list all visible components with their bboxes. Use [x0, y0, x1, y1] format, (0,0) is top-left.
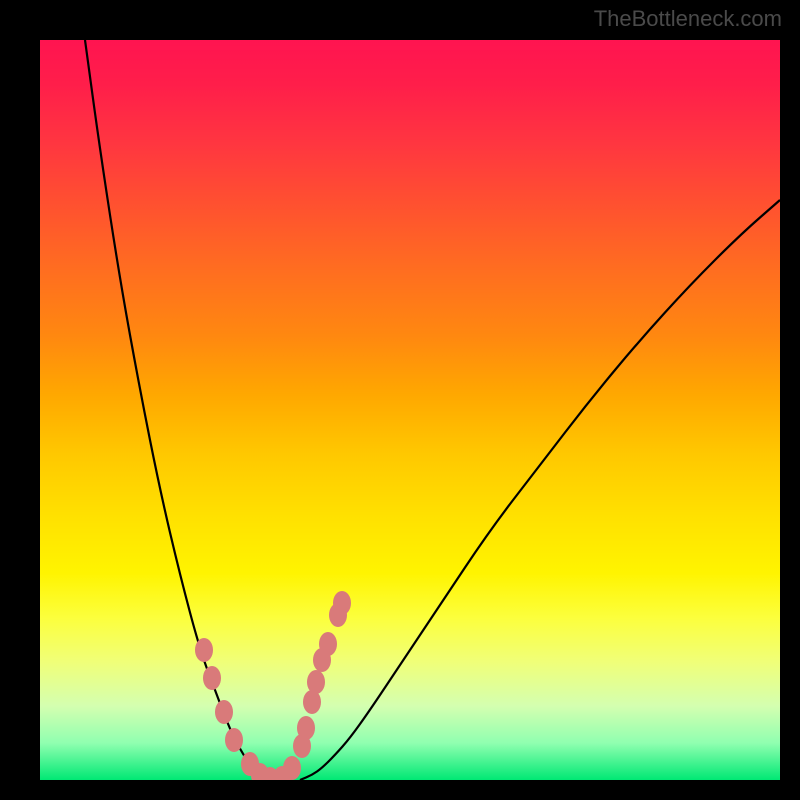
data-point: [215, 700, 233, 724]
watermark-text: TheBottleneck.com: [594, 6, 782, 32]
data-point: [203, 666, 221, 690]
right-curve: [300, 200, 780, 780]
left-curve: [85, 40, 273, 780]
curve-svg: [40, 40, 780, 780]
data-point: [313, 648, 331, 672]
plot-area: [40, 40, 780, 780]
data-point: [293, 734, 311, 758]
data-point: [303, 690, 321, 714]
data-point: [225, 728, 243, 752]
data-markers: [195, 591, 351, 780]
data-point: [195, 638, 213, 662]
data-point: [329, 603, 347, 627]
